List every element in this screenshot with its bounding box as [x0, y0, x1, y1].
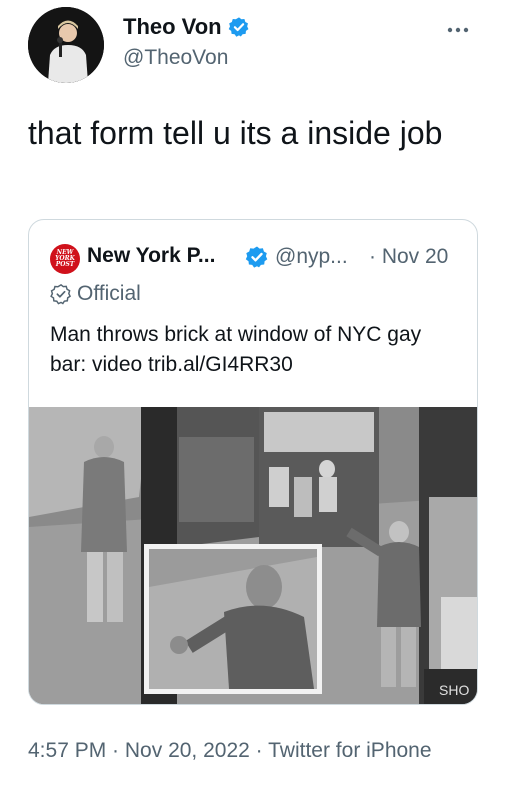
tweet-source: Twitter for iPhone — [268, 739, 432, 762]
author-name[interactable]: Theo Von — [123, 14, 222, 40]
quoted-author-name[interactable]: New York P... — [87, 244, 215, 268]
quoted-date[interactable]: · Nov 20 — [369, 245, 448, 269]
official-badge-icon — [50, 283, 72, 305]
author-avatar[interactable] — [28, 7, 104, 83]
tweet-date[interactable]: Nov 20, 2022 — [125, 739, 250, 762]
nypost-logo-text: NEW YORK POST — [55, 249, 75, 268]
quoted-tweet[interactable]: NEW YORK POST New York P... @nyp... · No… — [28, 219, 478, 705]
quoted-media-image[interactable]: SHO — [29, 407, 477, 705]
tweet-time[interactable]: 4:57 PM — [28, 739, 106, 762]
tweet-meta: 4:57 PM · Nov 20, 2022 · Twitter for iPh… — [28, 735, 458, 767]
tweet-text: that form tell u its a inside job — [28, 115, 443, 151]
avatar-image — [28, 7, 104, 83]
verified-badge-gold-icon — [245, 246, 268, 268]
quoted-tweet-text: Man throws brick at window of NYC gay ba… — [50, 323, 422, 376]
nypost-logo[interactable]: NEW YORK POST — [50, 244, 80, 274]
quoted-author-handle[interactable]: @nyp... — [275, 245, 348, 269]
more-horizontal-icon[interactable] — [446, 14, 470, 40]
author-name-row[interactable]: Theo Von — [123, 14, 250, 40]
author-handle[interactable]: @TheoVon — [123, 46, 228, 70]
meta-separator: · — [249, 739, 269, 762]
verified-badge-icon — [228, 17, 249, 37]
storefront-sign-text: SHO — [439, 682, 469, 698]
meta-separator: · — [106, 739, 125, 762]
official-label: Official — [77, 282, 141, 305]
